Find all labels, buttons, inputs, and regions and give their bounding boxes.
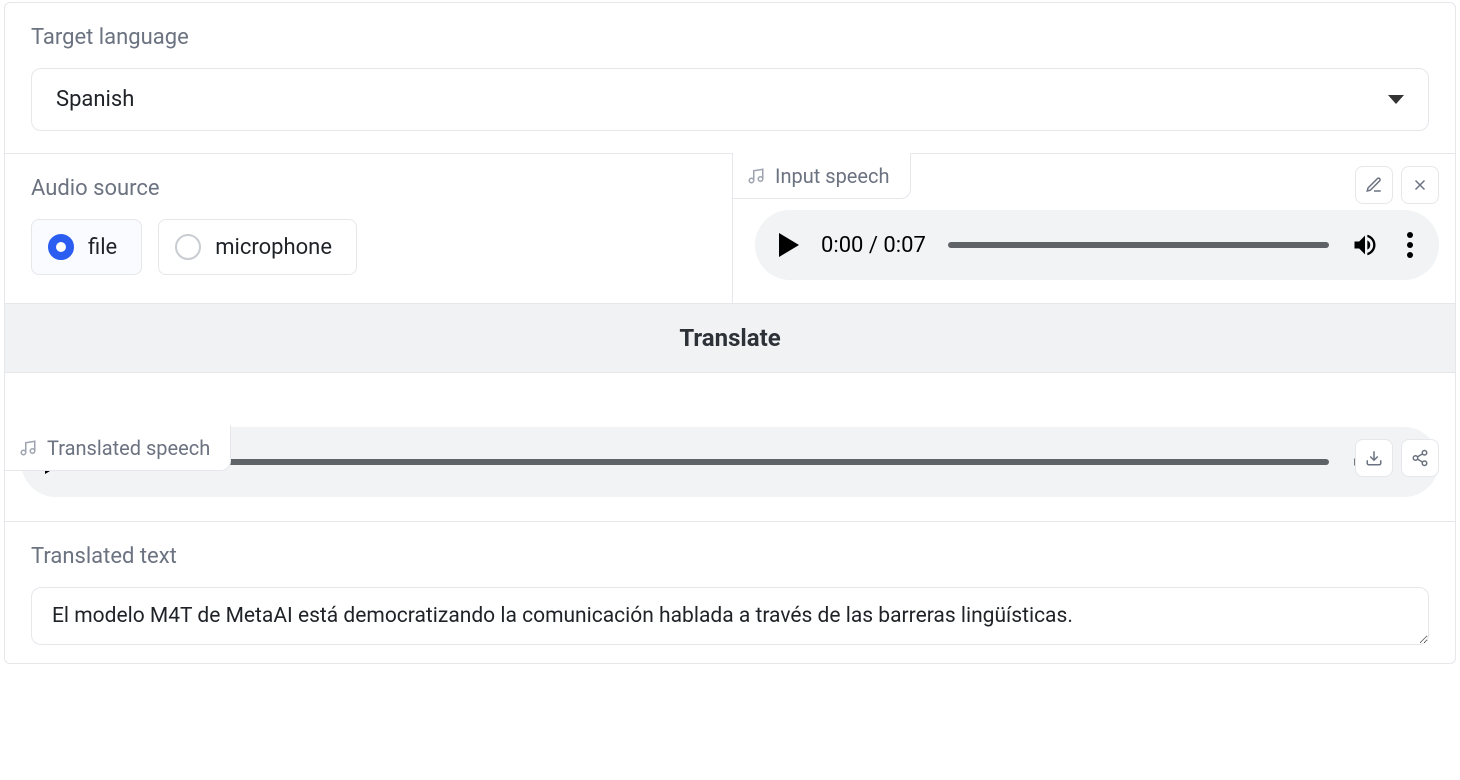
radio-icon [175, 234, 201, 260]
translated-text-output[interactable]: El modelo M4T de MetaAI está democratiza… [31, 587, 1429, 645]
target-language-label: Target language [31, 25, 1429, 50]
audio-source-options: file microphone [31, 219, 706, 275]
target-language-section: Target language Spanish [5, 3, 1455, 154]
clear-button[interactable] [1401, 166, 1439, 204]
input-speech-tab: Input speech [733, 153, 911, 199]
translated-text-label: Translated text [31, 544, 1429, 569]
radio-icon [48, 234, 74, 260]
input-audio-progress[interactable] [948, 242, 1329, 248]
edit-button[interactable] [1355, 166, 1393, 204]
audio-menu-icon[interactable] [1401, 232, 1419, 258]
translate-button[interactable]: Translate [5, 304, 1455, 373]
share-button[interactable] [1401, 439, 1439, 477]
target-language-dropdown[interactable]: Spanish [31, 68, 1429, 131]
audio-row: Audio source file microphone Input speec… [5, 154, 1455, 304]
input-speech-label: Input speech [775, 164, 890, 188]
download-button[interactable] [1355, 439, 1393, 477]
audio-source-file[interactable]: file [31, 219, 142, 275]
input-speech-section: Input speech 0:00 / 0:07 [733, 154, 1455, 303]
input-speech-actions [1355, 166, 1439, 204]
audio-source-section: Audio source file microphone [5, 154, 733, 303]
audio-source-microphone[interactable]: microphone [158, 219, 357, 275]
close-icon [1411, 176, 1429, 194]
music-icon [19, 439, 37, 457]
translated-audio-player[interactable]: 0:00 / 0:07 [21, 427, 1439, 497]
input-audio-player[interactable]: 0:00 / 0:07 [755, 210, 1439, 280]
pencil-icon [1365, 176, 1383, 194]
play-icon[interactable] [779, 233, 799, 257]
translated-speech-section: Translated speech 0:00 / 0:07 [5, 427, 1455, 522]
download-icon [1365, 449, 1383, 467]
translated-speech-tab: Translated speech [5, 425, 231, 471]
target-language-value: Spanish [56, 87, 134, 112]
translated-text-section: Translated text El modelo M4T de MetaAI … [5, 522, 1455, 663]
radio-label: file [88, 235, 117, 260]
volume-icon[interactable] [1351, 231, 1379, 259]
share-icon [1411, 449, 1429, 467]
app-container: Target language Spanish Audio source fil… [4, 2, 1456, 664]
radio-label: microphone [215, 235, 332, 260]
chevron-down-icon [1388, 95, 1404, 104]
input-audio-time: 0:00 / 0:07 [821, 233, 926, 258]
translated-audio-progress[interactable] [214, 459, 1329, 465]
audio-source-label: Audio source [31, 176, 706, 201]
translated-speech-actions [1355, 439, 1439, 477]
translated-speech-label: Translated speech [47, 436, 210, 460]
music-icon [747, 167, 765, 185]
